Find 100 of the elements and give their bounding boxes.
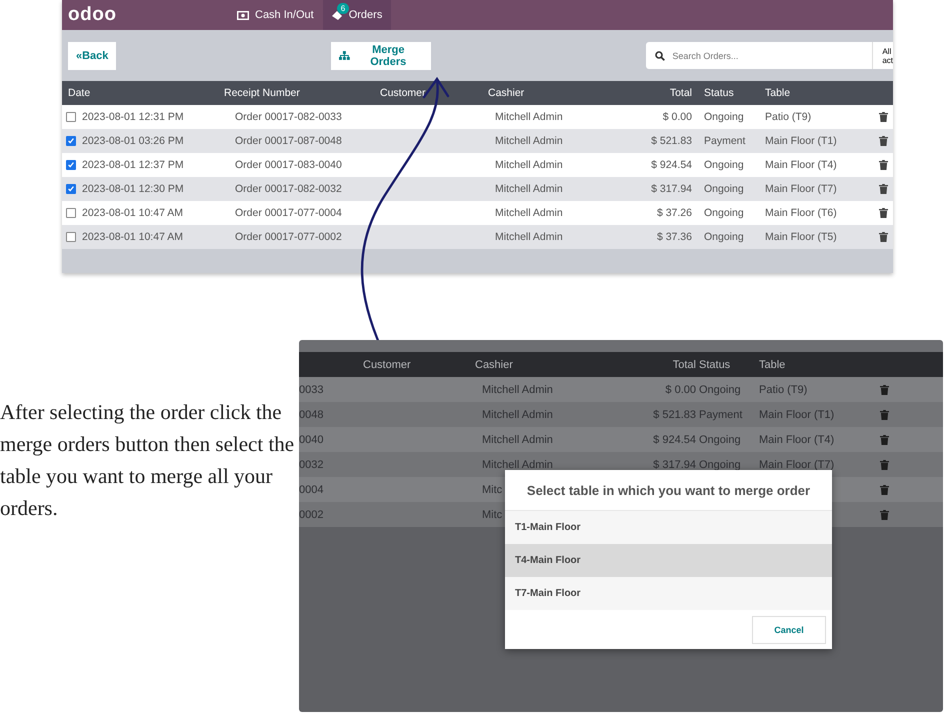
table-cell-text: 2023-08-01 12:31 PM — [82, 111, 185, 123]
table-cell-text: Main Floor (T4) — [765, 159, 838, 171]
column-header: Status — [698, 358, 730, 370]
table-cell: 0002 — [299, 508, 324, 520]
table-cell-text: Payment — [698, 408, 742, 420]
column-header: Customer — [363, 358, 411, 370]
cancel-button[interactable]: Cancel — [752, 616, 826, 644]
row-checkbox[interactable] — [66, 232, 76, 242]
nav-tab[interactable]: Cash In/Out — [228, 0, 323, 30]
back-button[interactable]: «Back — [68, 42, 116, 70]
table-cell-text: Ongoing — [698, 458, 741, 470]
table-cell-text: Mitchell Admin — [494, 231, 564, 243]
column-header: Receipt Number — [224, 87, 301, 99]
table-cell: Main Floor (T7) — [759, 458, 834, 470]
trash-icon[interactable] — [879, 184, 888, 194]
merge-orders-button[interactable]: Merge Orders — [331, 42, 432, 70]
table-option[interactable]: T4-Main Floor — [505, 544, 832, 577]
table-cell-text: $ 924.54 — [650, 159, 692, 171]
table-cell: $ 0.00 — [665, 384, 696, 396]
row-checkbox[interactable] — [66, 208, 76, 218]
table-cell-text: Mitchell Admin — [494, 183, 564, 195]
trash-icon[interactable] — [880, 484, 889, 494]
table-cell-text: Ongoing — [703, 111, 745, 123]
table-cell-text: Order 00017-082-0032 — [234, 183, 343, 195]
table-cell: $ 924.54 — [653, 434, 696, 446]
column-header: Table — [759, 358, 786, 370]
table-cell-text: 2023-08-01 12:37 PM — [82, 159, 185, 171]
table-cell-text: Mitchell Admin — [494, 111, 564, 123]
row-checkbox[interactable] — [66, 136, 76, 146]
table-option[interactable]: T7-Main Floor — [505, 577, 832, 610]
table-cell-text: Mitchell Admin — [494, 207, 564, 219]
table-cell: Main Floor (T1) — [759, 408, 834, 420]
table-option[interactable]: T1-Main Floor — [505, 511, 832, 544]
table-cell-text: Mitchell Admin — [481, 434, 553, 446]
trash-icon[interactable] — [879, 232, 888, 242]
table-cell-text: Order 00017-082-0033 — [234, 111, 343, 123]
row-checkbox[interactable] — [66, 160, 76, 170]
table-cell: $ 521.83 — [653, 408, 696, 420]
table-cell-text: Ongoing — [703, 231, 745, 243]
table-cell-text: Ongoing — [703, 183, 745, 195]
instruction-text: After selecting the order click the merge orders button then select the table you want to merge all your orders. — [0, 399, 296, 522]
table-cell-text: Order 00017-087-0048 — [234, 135, 343, 147]
trash-icon[interactable] — [879, 208, 888, 218]
row-checkbox[interactable] — [66, 112, 76, 122]
table-cell-text: Ongoing — [698, 384, 741, 396]
table-cell: Patio (T9) — [759, 384, 808, 396]
search-field[interactable]: Search Orders... — [646, 42, 872, 69]
table-cell: $ 317.94 — [653, 458, 696, 470]
trash-icon[interactable] — [880, 384, 889, 394]
table-cell-text: Mitc — [481, 484, 502, 496]
column-header: Table — [765, 87, 792, 99]
hierarchy-icon — [339, 51, 350, 60]
table-cell-text: $ 521.83 — [650, 135, 692, 147]
trash-icon[interactable] — [880, 434, 889, 444]
table-cell-text: Payment — [703, 135, 746, 147]
ticket-icon — [332, 10, 343, 20]
table-cell-text: Main Floor (T6) — [765, 207, 838, 219]
search-icon — [655, 51, 666, 61]
table-cell-text: 2023-08-01 12:30 PM — [82, 183, 185, 195]
table-cell: 0033 — [299, 384, 324, 396]
column-header: Total — [672, 358, 696, 370]
column-header: Date — [67, 87, 92, 99]
table-cell-text: 2023-08-01 10:47 AM — [82, 207, 184, 219]
trash-icon[interactable] — [879, 160, 888, 170]
logo: odoo — [67, 4, 118, 26]
table-cell-text: 2023-08-01 03:26 PM — [82, 135, 185, 147]
column-header: Cashier — [488, 87, 526, 99]
table-cell: 0004 — [299, 484, 324, 496]
table-cell-text: Order 00017-083-0040 — [234, 159, 343, 171]
table-cell-text: Mitchell Admin — [494, 159, 564, 171]
row-checkbox[interactable] — [66, 184, 76, 194]
table-cell: 0048 — [299, 408, 324, 420]
table-cell-text: Mitchell Admin — [481, 458, 553, 470]
table-cell-text: Ongoing — [703, 159, 745, 171]
table-cell-text: Main Floor (T7) — [765, 183, 838, 195]
table-cell-text: Mitchell Admin — [481, 384, 553, 396]
cash-icon — [237, 10, 249, 20]
column-header: Total — [668, 87, 692, 99]
table-cell-text: Order 00017-077-0004 — [234, 207, 343, 219]
table-cell-text: Ongoing — [703, 207, 745, 219]
table-cell-text: Order 00017-077-0002 — [234, 231, 343, 243]
nav-tab[interactable]: 6 Orders — [322, 0, 392, 30]
trash-icon[interactable] — [879, 112, 888, 122]
trash-icon[interactable] — [879, 136, 888, 146]
table-cell-text: 2023-08-01 10:47 AM — [82, 231, 184, 243]
table-cell-text: Mitchell Admin — [481, 408, 553, 420]
table-cell-text: Patio (T9) — [765, 111, 812, 123]
column-header: Customer — [380, 87, 427, 99]
table-cell-text: Mitc — [481, 508, 502, 520]
count-badge: 6 — [336, 3, 350, 14]
table-cell-text: Mitchell Admin — [494, 135, 564, 147]
table-cell: 0032 — [299, 458, 324, 470]
column-header: Cashier — [475, 358, 513, 370]
table-cell: Main Floor (T4) — [759, 434, 834, 446]
table-cell: 0040 — [299, 434, 324, 446]
table-cell-text: $ 37.36 — [656, 231, 692, 243]
table-cell-text: Ongoing — [698, 434, 741, 446]
table-cell-text: $ 37.26 — [656, 207, 692, 219]
table-cell-text: Main Floor (T5) — [765, 231, 838, 243]
filter-dropdown[interactable]: All act — [872, 42, 893, 69]
